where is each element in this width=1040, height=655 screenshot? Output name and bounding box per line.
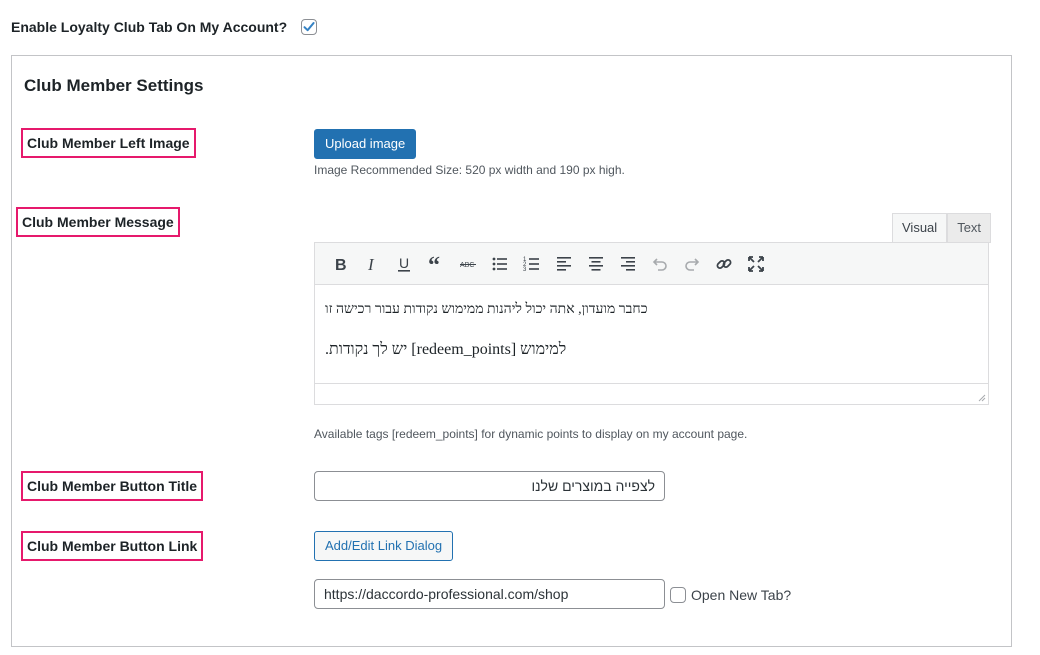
blockquote-button[interactable]: “ <box>420 249 452 279</box>
add-edit-link-button[interactable]: Add/Edit Link Dialog <box>314 531 454 561</box>
svg-text:ABC: ABC <box>460 262 474 269</box>
editor-tabs: Visual Text <box>892 213 992 243</box>
undo-button[interactable] <box>644 249 676 279</box>
button-link-label: Club Member Button Link <box>21 531 204 561</box>
open-new-tab-checkbox[interactable] <box>670 587 686 603</box>
underline-icon: U <box>398 255 410 272</box>
svg-text:“: “ <box>428 254 440 274</box>
align-left-button[interactable] <box>548 249 580 279</box>
image-size-hint: Image Recommended Size: 520 px width and… <box>314 163 625 177</box>
tags-hint: Available tags [redeem_points] for dynam… <box>314 427 748 441</box>
open-new-tab-label: Open New Tab? <box>691 587 792 603</box>
loyalty-label: Enable Loyalty Club Tab On My Account? <box>11 19 288 35</box>
italic-icon: I <box>367 255 375 274</box>
bold-button[interactable]: B <box>324 249 356 279</box>
fullscreen-button[interactable] <box>740 249 772 279</box>
svg-text:3: 3 <box>523 267 527 273</box>
editor-toolbar: B I U “ ABC 123 <box>315 243 988 285</box>
loyalty-checkbox[interactable] <box>301 19 317 35</box>
underline-button[interactable]: U <box>388 249 420 279</box>
button-link-input[interactable]: https://daccordo-professional.com/shop <box>314 579 665 609</box>
numbered-list-icon: 123 <box>523 257 539 273</box>
fullscreen-icon <box>748 255 764 272</box>
button-title-input[interactable]: לצפייה במוצרים שלנו <box>314 471 665 501</box>
editor-statusbar <box>315 383 988 404</box>
align-left-icon <box>557 256 571 271</box>
align-center-icon <box>589 256 603 271</box>
open-new-tab-row[interactable]: Open New Tab? <box>670 587 791 603</box>
undo-icon <box>652 257 667 271</box>
message-label: Club Member Message <box>16 207 180 237</box>
loyalty-row: Enable Loyalty Club Tab On My Account? <box>11 17 287 37</box>
link-icon <box>716 258 732 269</box>
bullet-list-button[interactable] <box>484 249 516 279</box>
club-member-settings-panel: Club Member Settings Club Member Left Im… <box>11 55 1012 647</box>
link-button[interactable] <box>708 249 740 279</box>
panel-title: Club Member Settings <box>24 76 204 95</box>
left-image-label: Club Member Left Image <box>21 128 196 158</box>
tab-visual[interactable]: Visual <box>892 213 948 243</box>
resize-handle-icon[interactable] <box>976 392 986 402</box>
message-line-2: למימוש [redeem_points] יש לך נקודות. <box>325 341 567 358</box>
align-right-icon <box>621 256 635 271</box>
svg-text:I: I <box>367 255 375 274</box>
svg-text:B: B <box>335 257 347 274</box>
blockquote-icon: “ <box>428 254 440 274</box>
redo-icon <box>685 257 700 271</box>
tab-text[interactable]: Text <box>947 213 992 243</box>
bold-icon: B <box>335 257 347 274</box>
align-right-button[interactable] <box>612 249 644 279</box>
strikethrough-icon: ABC <box>460 262 476 269</box>
message-editor[interactable]: B I U “ ABC 123 כחבר מועדון, אתה יכול לי… <box>314 242 989 405</box>
strikethrough-button[interactable]: ABC <box>452 249 484 279</box>
align-center-button[interactable] <box>580 249 612 279</box>
italic-button[interactable]: I <box>356 249 388 279</box>
checkmark-icon <box>303 22 315 32</box>
message-line-1: כחבר מועדון, אתה יכול ליהנות ממימוש נקוד… <box>325 302 648 317</box>
button-title-label: Club Member Button Title <box>21 471 204 501</box>
upload-image-button[interactable]: Upload image <box>314 129 417 159</box>
svg-text:U: U <box>399 255 409 271</box>
redo-button[interactable] <box>676 249 708 279</box>
bullet-list-icon <box>492 257 507 270</box>
numbered-list-button[interactable]: 123 <box>516 249 548 279</box>
